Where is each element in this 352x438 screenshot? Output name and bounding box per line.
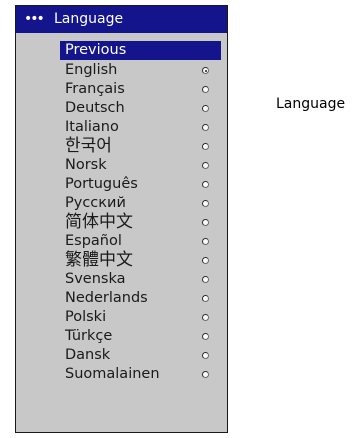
radio-nederlands[interactable] (202, 295, 209, 302)
radio-norsk[interactable] (202, 162, 209, 169)
radio-deutsch[interactable] (202, 105, 209, 112)
language-option-suomalainen[interactable]: Suomalainen (65, 365, 160, 383)
language-option-korean[interactable]: 한국어 (65, 137, 112, 155)
radio-dansk[interactable] (202, 352, 209, 359)
radio-portugues[interactable] (202, 181, 209, 188)
radio-english[interactable] (202, 67, 209, 74)
language-option-svenska[interactable]: Svenska (65, 270, 125, 288)
radio-italiano[interactable] (202, 124, 209, 131)
radio-korean[interactable] (202, 143, 209, 150)
radio-polski[interactable] (202, 314, 209, 321)
radio-svenska[interactable] (202, 276, 209, 283)
language-option-turkce[interactable]: Türkçe (65, 327, 112, 345)
language-caption: Language (276, 96, 346, 112)
radio-turkce[interactable] (202, 333, 209, 340)
menu-item-previous[interactable]: Previous (65, 41, 126, 59)
language-menu: ••• Language Previous English Français D… (15, 5, 228, 433)
menu-title: Language (54, 11, 124, 27)
language-option-polski[interactable]: Polski (65, 308, 106, 326)
language-option-portugues[interactable]: Português (65, 175, 138, 193)
menu-header: ••• Language (16, 6, 227, 33)
language-option-english[interactable]: English (65, 61, 117, 79)
language-option-traditional-chinese[interactable]: 繁體中文 (65, 251, 133, 269)
language-option-francais[interactable]: Français (65, 80, 125, 98)
language-option-norsk[interactable]: Norsk (65, 156, 107, 174)
language-option-russian[interactable]: Русский (65, 194, 126, 212)
language-option-simplified-chinese[interactable]: 简体中文 (65, 213, 133, 231)
language-option-espanol[interactable]: Español (65, 232, 122, 250)
radio-simplified-chinese[interactable] (202, 219, 209, 226)
language-option-nederlands[interactable]: Nederlands (65, 289, 148, 307)
radio-espanol[interactable] (202, 238, 209, 245)
dots-icon: ••• (24, 11, 45, 27)
language-option-italiano[interactable]: Italiano (65, 118, 119, 136)
radio-traditional-chinese[interactable] (202, 257, 209, 264)
language-option-dansk[interactable]: Dansk (65, 346, 110, 364)
language-option-deutsch[interactable]: Deutsch (65, 99, 125, 117)
radio-russian[interactable] (202, 200, 209, 207)
radio-suomalainen[interactable] (202, 371, 209, 378)
radio-francais[interactable] (202, 86, 209, 93)
